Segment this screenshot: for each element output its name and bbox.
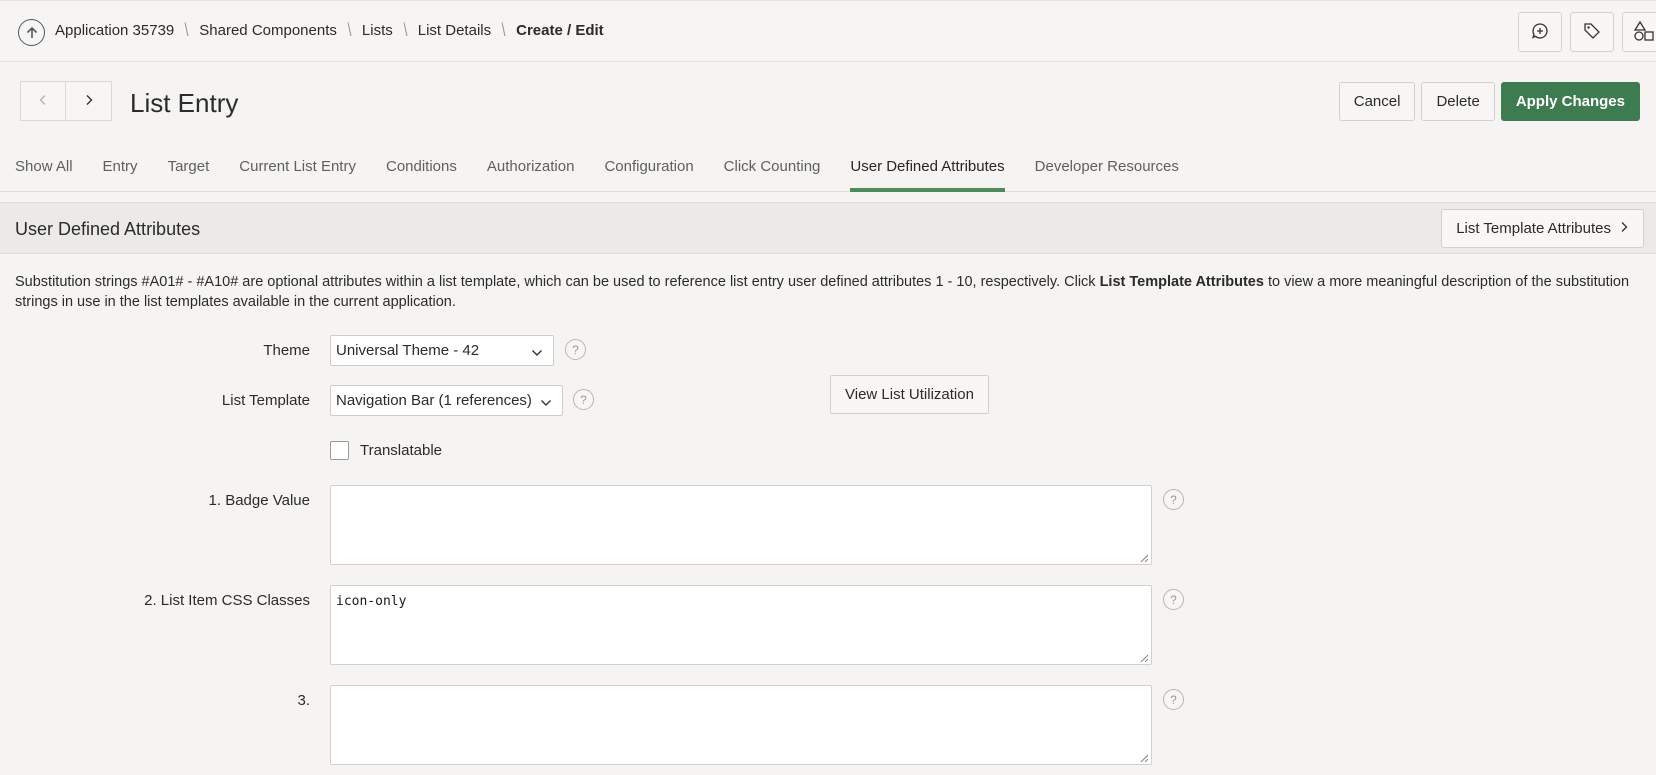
- resize-handle-icon[interactable]: [1139, 552, 1149, 563]
- page-actions: Cancel Delete Apply Changes: [1338, 82, 1640, 121]
- attribute-3-help-icon[interactable]: ?: [1163, 689, 1184, 710]
- chevron-right-icon: [83, 93, 95, 109]
- feedback-button[interactable]: [1518, 12, 1562, 52]
- region-title: User Defined Attributes: [15, 219, 201, 239]
- delete-button[interactable]: Delete: [1421, 82, 1495, 121]
- theme-select-value: Universal Theme - 42: [336, 342, 480, 359]
- breadcrumb-current: Create / Edit: [516, 22, 604, 39]
- list-template-label: List Template: [221, 392, 310, 409]
- breadcrumb-item-shared-components[interactable]: Shared Components: [199, 22, 337, 39]
- previous-button[interactable]: [20, 81, 66, 121]
- translatable-label: Translatable: [360, 442, 442, 459]
- breadcrumb-item-list-details[interactable]: List Details: [418, 22, 491, 39]
- page-title: List Entry: [130, 88, 239, 118]
- list-template-attributes-button[interactable]: List Template Attributes: [1441, 209, 1644, 248]
- description-link-text: List Template Attributes: [1099, 274, 1264, 290]
- breadcrumb-item-application[interactable]: Application 35739: [55, 22, 174, 39]
- breadcrumb-separator: \: [501, 20, 506, 40]
- tag-button[interactable]: [1570, 12, 1614, 52]
- theme-help-icon[interactable]: ?: [565, 339, 586, 360]
- theme-select[interactable]: Universal Theme - 42: [330, 335, 554, 366]
- apply-changes-button[interactable]: Apply Changes: [1500, 82, 1640, 121]
- list-template-select-value: Navigation Bar (1 references): [336, 392, 532, 409]
- navigate-up-icon[interactable]: [18, 19, 45, 46]
- theme-label: Theme: [263, 342, 310, 359]
- description-text: Substitution strings #A01# - #A10# are o…: [15, 274, 1100, 290]
- list-item-css-classes-text: icon-only: [336, 594, 407, 609]
- badge-value-textarea[interactable]: [330, 485, 1152, 565]
- region-description: Substitution strings #A01# - #A10# are o…: [15, 272, 1645, 312]
- tab-configuration[interactable]: Configuration: [604, 151, 693, 192]
- translatable-checkbox[interactable]: [330, 441, 349, 460]
- badge-value-label: 1. Badge Value: [208, 492, 310, 509]
- breadcrumb-separator: \: [347, 20, 352, 40]
- attribute-3-textarea[interactable]: [330, 685, 1152, 765]
- shapes-icon: [1633, 20, 1655, 45]
- tab-conditions[interactable]: Conditions: [386, 151, 457, 192]
- tab-click-counting[interactable]: Click Counting: [724, 151, 821, 192]
- list-template-select[interactable]: Navigation Bar (1 references): [330, 385, 563, 416]
- breadcrumb-separator: \: [184, 20, 189, 40]
- breadcrumb: Application 35739 \ Shared Components \ …: [55, 20, 604, 40]
- breadcrumb-item-lists[interactable]: Lists: [362, 22, 393, 39]
- chevron-right-icon: [1619, 220, 1629, 237]
- region-header: User Defined Attributes List Template At…: [0, 202, 1656, 254]
- tab-current-list-entry[interactable]: Current List Entry: [239, 151, 356, 192]
- tab-authorization[interactable]: Authorization: [487, 151, 575, 192]
- chevron-left-icon: [37, 93, 49, 109]
- next-button[interactable]: [66, 81, 112, 121]
- list-template-attributes-label: List Template Attributes: [1456, 220, 1611, 237]
- attribute-3-label: 3.: [297, 692, 310, 709]
- top-navigation-bar: Application 35739 \ Shared Components \ …: [0, 0, 1656, 62]
- resize-handle-icon[interactable]: [1139, 752, 1149, 763]
- list-template-help-icon[interactable]: ?: [573, 389, 594, 410]
- tab-entry[interactable]: Entry: [103, 151, 138, 192]
- list-item-css-classes-textarea[interactable]: icon-only: [330, 585, 1152, 665]
- cancel-button[interactable]: Cancel: [1338, 82, 1416, 121]
- record-pager: [20, 81, 112, 121]
- badge-value-help-icon[interactable]: ?: [1163, 489, 1184, 510]
- chevron-down-icon: [531, 345, 543, 362]
- list-item-css-classes-help-icon[interactable]: ?: [1163, 589, 1184, 610]
- chevron-down-icon: [540, 395, 552, 412]
- tab-developer-resources[interactable]: Developer Resources: [1035, 151, 1179, 192]
- tab-user-defined-attributes[interactable]: User Defined Attributes: [850, 151, 1005, 192]
- tab-bar: Show All Entry Target Current List Entry…: [0, 151, 1656, 192]
- feedback-icon: [1530, 21, 1550, 44]
- top-actions: [1518, 12, 1656, 52]
- view-list-utilization-button[interactable]: View List Utilization: [830, 375, 989, 414]
- tab-show-all[interactable]: Show All: [15, 151, 73, 192]
- tab-target[interactable]: Target: [168, 151, 210, 192]
- tag-icon: [1582, 21, 1602, 44]
- resize-handle-icon[interactable]: [1139, 652, 1149, 663]
- shapes-button[interactable]: [1622, 12, 1656, 52]
- breadcrumb-separator: \: [403, 20, 408, 40]
- list-item-css-classes-label: 2. List Item CSS Classes: [144, 592, 310, 609]
